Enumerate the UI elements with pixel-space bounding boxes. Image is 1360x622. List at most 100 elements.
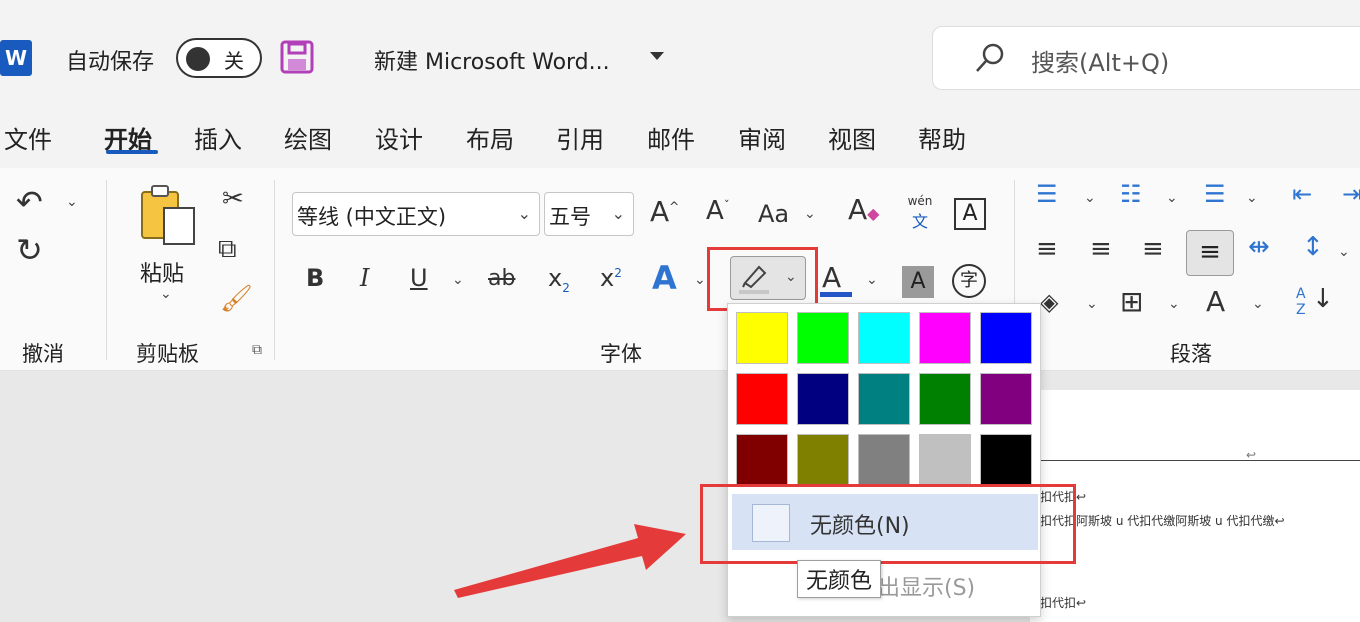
autosave-state: 关 <box>224 49 244 73</box>
color-swatch[interactable] <box>858 434 910 486</box>
group-separator <box>274 180 275 360</box>
color-swatch[interactable] <box>980 312 1032 364</box>
font-name-value: 等线 (中文正文) <box>297 205 447 229</box>
enclose-characters-icon[interactable]: 字 <box>952 264 986 298</box>
underline-button[interactable]: U <box>410 266 428 290</box>
underline-chevron-icon[interactable]: ⌄ <box>452 272 464 288</box>
change-case-icon[interactable]: Aa <box>758 202 789 226</box>
color-swatch[interactable] <box>797 434 849 486</box>
tab-references[interactable]: 引用 <box>556 120 604 155</box>
color-swatch[interactable] <box>797 373 849 425</box>
asian-layout-chevron-icon[interactable]: ⌄ <box>1252 296 1264 312</box>
document-title[interactable]: 新建 Microsoft Word... <box>374 44 610 76</box>
line-spacing-icon[interactable]: ↕ <box>1302 234 1324 260</box>
asian-layout-icon[interactable]: A <box>1206 288 1225 316</box>
tab-help[interactable]: 帮助 <box>918 120 966 155</box>
tab-review[interactable]: 审阅 <box>738 120 786 155</box>
autosave-toggle[interactable]: 关 <box>176 38 262 78</box>
font-size-value: 五号 <box>549 205 591 229</box>
text-effects-icon[interactable]: A <box>652 262 677 294</box>
change-case-chevron-icon[interactable]: ⌄ <box>804 206 816 222</box>
distributed-icon[interactable]: ⇹ <box>1248 234 1270 260</box>
document-page[interactable]: ↩ 扣代扣↩ 扣代扣阿斯坡 u 代扣代缴阿斯坡 u 代扣代缴↩ 扣代扣↩ <box>1030 390 1360 622</box>
copy-icon[interactable]: ⧉ <box>218 236 237 262</box>
italic-button[interactable]: I <box>360 266 369 290</box>
color-swatch[interactable] <box>736 434 788 486</box>
color-swatch[interactable] <box>980 434 1032 486</box>
align-right-icon[interactable]: ≡ <box>1142 236 1164 262</box>
sort-bottom-letter: Z <box>1296 302 1306 318</box>
color-swatch[interactable] <box>919 434 971 486</box>
strikethrough-button[interactable]: ab <box>488 268 515 290</box>
justify-button[interactable]: ≡ <box>1186 230 1234 276</box>
bullets-icon[interactable]: ☰ <box>1036 182 1058 206</box>
color-swatch[interactable] <box>858 312 910 364</box>
phonetic-guide-icon[interactable]: wén 文 <box>902 194 938 232</box>
character-border-icon[interactable]: A <box>954 198 986 230</box>
align-left-icon[interactable]: ≡ <box>1036 236 1058 262</box>
chevron-down-icon[interactable] <box>650 52 664 60</box>
header-rule <box>1036 460 1360 461</box>
bold-button[interactable]: B <box>306 266 324 290</box>
color-swatch[interactable] <box>919 373 971 425</box>
superscript-button[interactable]: x2 <box>600 266 622 290</box>
tab-design[interactable]: 设计 <box>375 120 423 155</box>
no-color-callout <box>700 484 1076 564</box>
font-group-label: 字体 <box>600 342 642 366</box>
ribbon: ↶ ⌄ ↻ 撤消 粘贴 ⌄ ✂ ⧉ 🖌 剪贴板 ⧉ 等线 (中文正文) ⌄ 五号… <box>0 168 1360 371</box>
tab-layout[interactable]: 布局 <box>466 120 514 155</box>
paste-icon[interactable] <box>138 184 198 246</box>
format-painter-icon[interactable]: 🖌 <box>220 286 253 312</box>
tab-view[interactable]: 视图 <box>828 120 876 155</box>
font-name-select[interactable]: 等线 (中文正文) ⌄ <box>292 192 540 236</box>
font-color-icon[interactable]: A <box>822 264 841 292</box>
subscript-button[interactable]: x2 <box>548 266 570 294</box>
decrease-indent-icon[interactable]: ⇤ <box>1292 182 1312 206</box>
character-shading-icon[interactable]: A <box>902 266 934 298</box>
text-effects-chevron-icon[interactable]: ⌄ <box>694 272 706 288</box>
document-line: 扣代扣阿斯坡 u 代扣代缴阿斯坡 u 代扣代缴↩ <box>1040 514 1285 528</box>
color-swatch[interactable] <box>858 373 910 425</box>
tab-draw[interactable]: 绘图 <box>284 120 332 155</box>
toggle-knob <box>186 47 210 71</box>
tab-mailings[interactable]: 邮件 <box>647 120 695 155</box>
borders-chevron-icon[interactable]: ⌄ <box>1168 296 1180 312</box>
search-box[interactable]: 搜索(Alt+Q) <box>932 26 1360 90</box>
numbering-icon[interactable]: ☷ <box>1120 182 1142 206</box>
clear-formatting-icon[interactable]: A◆ <box>848 196 879 224</box>
increase-indent-icon[interactable]: ⇥ <box>1342 182 1360 206</box>
color-swatch[interactable] <box>980 373 1032 425</box>
multilevel-chevron-icon[interactable]: ⌄ <box>1246 190 1258 206</box>
bullets-chevron-icon[interactable]: ⌄ <box>1084 190 1096 206</box>
borders-icon[interactable]: ⊞ <box>1120 288 1143 316</box>
font-color-chevron-icon[interactable]: ⌄ <box>866 272 878 288</box>
sort-icon[interactable]: A Z <box>1296 286 1306 318</box>
cut-icon[interactable]: ✂ <box>222 186 244 212</box>
document-line: 扣代扣↩ <box>1040 596 1087 610</box>
undo-icon[interactable]: ↶ <box>16 186 43 218</box>
color-swatch[interactable] <box>736 312 788 364</box>
shading-icon[interactable]: ◈ <box>1040 290 1058 314</box>
sort-top-letter: A <box>1296 286 1306 302</box>
paste-chevron-icon[interactable]: ⌄ <box>160 286 172 302</box>
stop-highlighting-item[interactable]: 出显示(S) <box>878 570 975 602</box>
font-size-select[interactable]: 五号 ⌄ <box>544 192 634 236</box>
redo-icon[interactable]: ↻ <box>16 234 43 266</box>
multilevel-list-icon[interactable]: ☰ <box>1204 182 1226 206</box>
paste-label[interactable]: 粘贴 <box>140 256 184 288</box>
shrink-font-icon[interactable]: Aˇ <box>706 198 730 224</box>
align-center-icon[interactable]: ≡ <box>1090 236 1112 262</box>
grow-font-icon[interactable]: A^ <box>650 198 679 226</box>
tab-insert[interactable]: 插入 <box>194 120 242 155</box>
color-swatch[interactable] <box>797 312 849 364</box>
undo-chevron-icon[interactable]: ⌄ <box>66 194 78 210</box>
numbering-chevron-icon[interactable]: ⌄ <box>1166 190 1178 206</box>
shading-chevron-icon[interactable]: ⌄ <box>1086 296 1098 312</box>
color-swatch[interactable] <box>919 312 971 364</box>
save-icon[interactable] <box>280 40 314 74</box>
tab-file[interactable]: 文件 <box>4 120 52 155</box>
dialog-launcher-icon[interactable]: ⧉ <box>252 342 262 358</box>
line-spacing-chevron-icon[interactable]: ⌄ <box>1338 244 1350 260</box>
search-placeholder: 搜索(Alt+Q) <box>1031 49 1170 77</box>
color-swatch[interactable] <box>736 373 788 425</box>
